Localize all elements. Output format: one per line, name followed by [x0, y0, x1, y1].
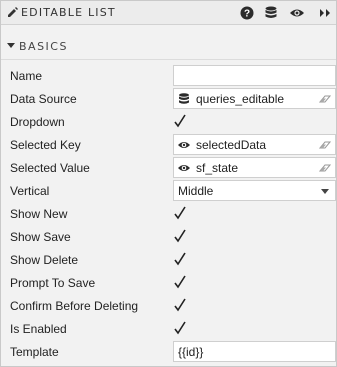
eraser-icon[interactable] — [319, 140, 331, 150]
property-row-show-new: Show New — [1, 203, 336, 226]
property-row-confirm-before-deleting: Confirm Before Deleting — [1, 295, 336, 318]
property-row-is-enabled: Is Enabled — [1, 318, 336, 341]
field-value: {{id}} — [178, 345, 204, 359]
property-label: Show Delete — [10, 253, 79, 267]
panel-titlebar: EDITABLE LIST ? — [1, 1, 336, 25]
eye-icon — [178, 142, 190, 148]
property-row-vertical: Vertical Middle — [1, 180, 336, 203]
database-icon[interactable] — [263, 5, 279, 21]
dropdown-checkbox[interactable] — [173, 113, 187, 129]
field-value: queries_editable — [196, 92, 285, 106]
property-label: Prompt To Save — [10, 276, 96, 290]
eye-icon — [178, 165, 190, 171]
property-row-template: Template {{id}} — [1, 341, 336, 364]
show-delete-checkbox[interactable] — [173, 251, 187, 267]
property-label: Show Save — [10, 230, 71, 244]
property-row-show-delete: Show Delete — [1, 249, 336, 272]
eraser-icon[interactable] — [319, 163, 331, 173]
svg-text:?: ? — [244, 9, 250, 20]
panel-title: EDITABLE LIST — [21, 6, 116, 19]
help-icon[interactable]: ? — [239, 5, 255, 21]
select-value: Middle — [178, 184, 214, 198]
eye-icon[interactable] — [289, 5, 305, 21]
database-icon — [179, 93, 189, 104]
property-label: Selected Key — [10, 138, 81, 152]
property-label: Vertical — [10, 184, 50, 198]
field-value: sf_state — [196, 161, 239, 175]
chevron-down-icon — [321, 189, 329, 194]
property-label: Template — [10, 345, 59, 359]
section-header-basics[interactable]: BASICS — [1, 37, 336, 57]
eraser-icon[interactable] — [319, 94, 331, 104]
property-row-dropdown: Dropdown — [1, 111, 336, 134]
section-label: BASICS — [19, 40, 68, 53]
section-divider — [1, 59, 336, 60]
selected-value-field[interactable]: sf_state — [173, 157, 336, 178]
confirm-before-deleting-checkbox[interactable] — [173, 297, 187, 313]
property-label: Show New — [10, 207, 68, 221]
property-row-selected-key: Selected Key selectedData — [1, 134, 336, 157]
property-row-data-source: Data Source queries_editable — [1, 88, 336, 111]
show-save-checkbox[interactable] — [173, 228, 187, 244]
prompt-to-save-checkbox[interactable] — [173, 274, 187, 290]
properties-panel: EDITABLE LIST ? BASICS Name Data Source … — [0, 0, 337, 367]
property-row-show-save: Show Save — [1, 226, 336, 249]
property-label: Is Enabled — [10, 322, 67, 336]
property-row-name: Name — [1, 65, 336, 88]
is-enabled-checkbox[interactable] — [173, 320, 187, 336]
pencil-icon — [8, 7, 18, 17]
show-new-checkbox[interactable] — [173, 205, 187, 221]
template-input[interactable]: {{id}} — [173, 341, 336, 362]
property-row-selected-value: Selected Value sf_state — [1, 157, 336, 180]
caret-down-icon — [7, 43, 15, 48]
selected-key-field[interactable]: selectedData — [173, 134, 336, 155]
property-label: Confirm Before Deleting — [10, 299, 139, 313]
property-label: Name — [10, 69, 43, 83]
expand-icon[interactable] — [317, 5, 333, 21]
property-label: Dropdown — [10, 115, 65, 129]
field-value: selectedData — [196, 138, 267, 152]
property-row-prompt-to-save: Prompt To Save — [1, 272, 336, 295]
vertical-select[interactable]: Middle — [173, 180, 336, 201]
data-source-field[interactable]: queries_editable — [173, 88, 336, 109]
name-input[interactable] — [173, 65, 336, 86]
property-label: Data Source — [10, 92, 77, 106]
property-label: Selected Value — [10, 161, 90, 175]
